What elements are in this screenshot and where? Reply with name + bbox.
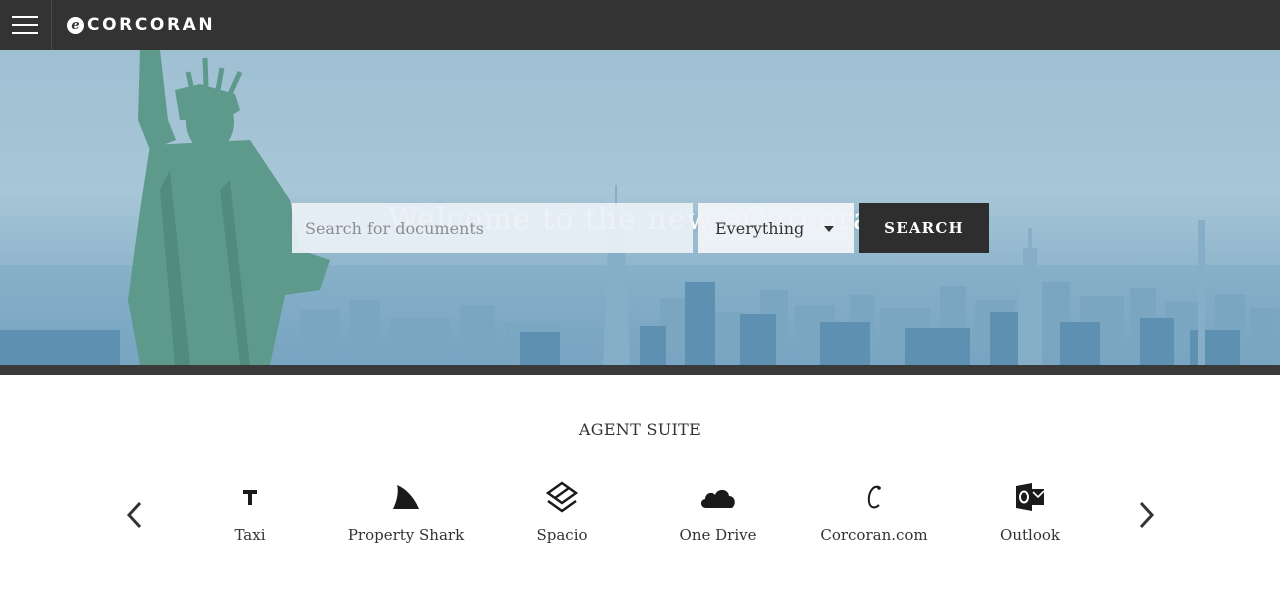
chevron-left-icon (126, 501, 142, 529)
search-button[interactable]: SEARCH (859, 203, 989, 253)
app-label: Property Shark (347, 526, 465, 544)
search-scope-select[interactable]: Everything (698, 203, 854, 253)
shark-fin-icon (386, 480, 426, 514)
app-spacio[interactable]: Spacio (484, 478, 640, 548)
agent-suite-carousel: Taxi Property Shark Spacio One Drive Cor… (172, 478, 1108, 558)
hamburger-menu-icon (12, 16, 38, 18)
app-label: Taxi (234, 526, 266, 544)
corcoran-c-icon (854, 480, 894, 514)
app-one-drive[interactable]: One Drive (640, 478, 796, 548)
taxi-icon (230, 480, 270, 514)
carousel-next-button[interactable] (1134, 500, 1158, 530)
hamburger-menu-button[interactable] (0, 0, 52, 50)
spacio-icon (542, 480, 582, 514)
hamburger-menu-icon-bar (12, 24, 38, 26)
app-label: Spacio (536, 526, 588, 544)
chevron-right-icon (1139, 501, 1155, 529)
logo-mark: e (67, 16, 84, 34)
app-label: Outlook (1000, 526, 1060, 544)
logo-text: CORCORAN (87, 15, 216, 35)
top-navigation-bar: e CORCORAN (0, 0, 1280, 50)
app-outlook[interactable]: Outlook (952, 478, 1108, 548)
app-label: One Drive (679, 526, 757, 544)
corcoran-logo[interactable]: e CORCORAN (67, 14, 215, 36)
app-corcoran-com[interactable]: Corcoran.com (796, 478, 952, 548)
chevron-down-icon (824, 226, 834, 232)
cloud-icon (698, 480, 738, 514)
carousel-prev-button[interactable] (123, 500, 147, 530)
app-property-shark[interactable]: Property Shark (328, 478, 484, 548)
search-scope-value: Everything (715, 219, 805, 238)
app-taxi[interactable]: Taxi (172, 478, 328, 548)
document-search-input[interactable] (292, 203, 693, 253)
hero-bottom-strip (0, 365, 1280, 375)
app-label: Corcoran.com (820, 526, 928, 544)
outlook-icon (1010, 480, 1050, 514)
hamburger-menu-icon-bar (12, 32, 38, 34)
agent-suite-title: AGENT SUITE (578, 420, 702, 439)
